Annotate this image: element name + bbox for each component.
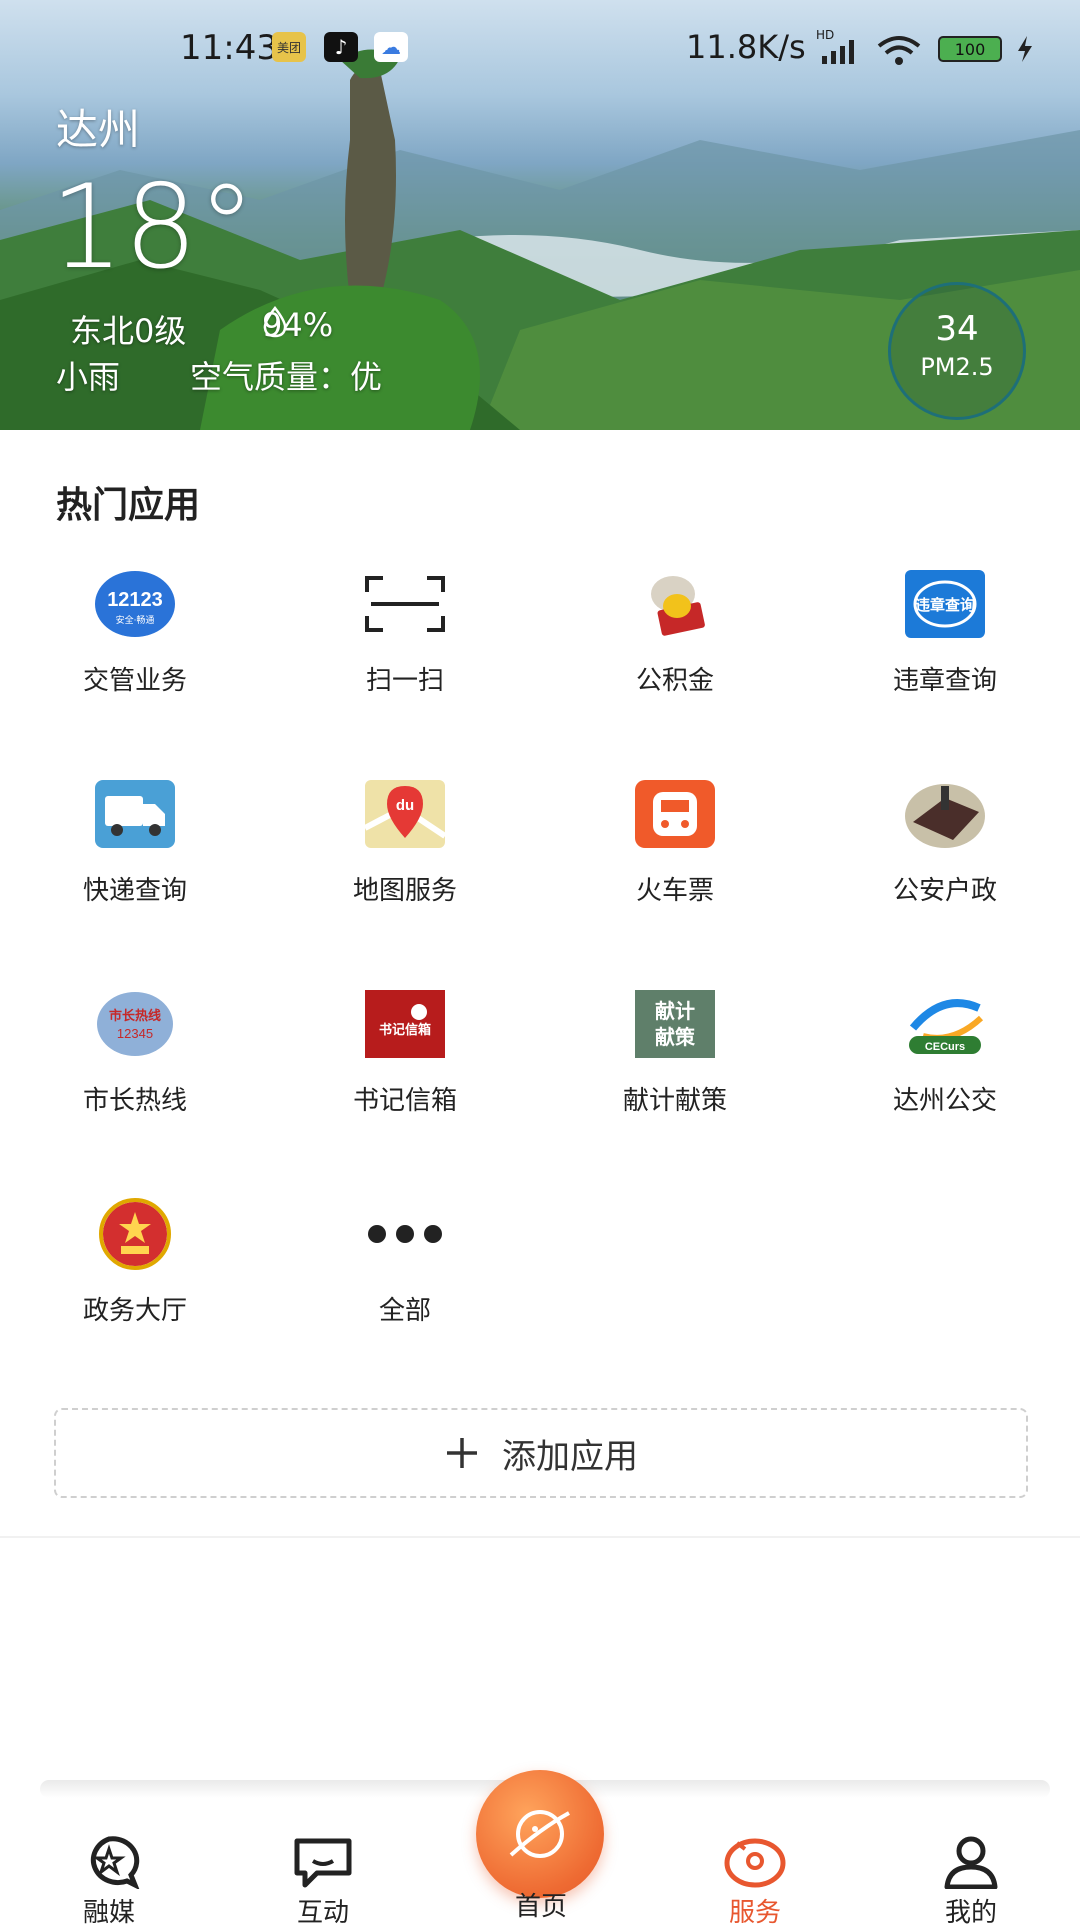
tab-profile[interactable]: 我的 <box>896 1830 1046 1929</box>
app-scan[interactable]: 扫一扫 <box>270 560 540 760</box>
app-secretary-mailbox[interactable]: 书记信箱 书记信箱 <box>270 980 540 1180</box>
scan-icon <box>363 568 447 640</box>
police-registry-icon <box>903 778 987 850</box>
pm25-label: PM2.5 <box>920 353 994 381</box>
cloud-badge-icon: ☁ <box>374 32 408 62</box>
secretary-mailbox-icon: 书记信箱 <box>363 988 447 1060</box>
home-planet-icon <box>509 1810 570 1858</box>
weather-condition: 小雨 <box>56 358 121 396</box>
app-government-hall[interactable]: 政务大厅 <box>0 1190 270 1390</box>
app-dazhou-bus[interactable]: CECurs 达州公交 <box>810 980 1080 1180</box>
charging-icon <box>1018 36 1032 62</box>
app-label: 扫一扫 <box>365 666 444 696</box>
mayor-icon-text: 市长热线 <box>109 1008 161 1024</box>
app-label: 公积金 <box>635 666 714 696</box>
secretary-icon-text: 书记信箱 <box>379 1022 431 1038</box>
app-label: 全部 <box>378 1296 431 1326</box>
add-app-label: 添加应用 <box>502 1436 638 1477</box>
app-express[interactable]: 快递查询 <box>0 770 270 970</box>
weather-banner: 11:43 美团 ♪ ☁ 11.8K/s HD 100 达州 18° 东北0级 … <box>0 0 1080 430</box>
mayor-icon-number: 12345 <box>117 1026 153 1041</box>
battery-icon: 100 <box>938 36 1002 62</box>
suggest-icon-line1: 献计 <box>655 999 695 1023</box>
humidity-info: 94% <box>262 306 333 344</box>
pm25-value: 34 <box>935 309 979 349</box>
bus-icon-text: CECurs <box>925 1041 965 1053</box>
tab-label: 我的 <box>944 1898 997 1928</box>
app-all[interactable]: 全部 <box>270 1190 540 1390</box>
map-icon-text: du <box>396 797 414 814</box>
tab-home[interactable] <box>476 1770 604 1898</box>
mayor-hotline-icon: 市长热线 12345 <box>93 988 177 1060</box>
plus-icon <box>447 1438 477 1468</box>
more-icon <box>363 1198 447 1270</box>
temperature: 18° <box>50 160 256 295</box>
profile-icon <box>896 1830 1046 1892</box>
signal-icon <box>822 40 854 64</box>
tab-service[interactable]: 服务 <box>680 1830 830 1929</box>
city-name: 达州 <box>56 105 141 154</box>
suggest-icon-line2: 献策 <box>655 1025 696 1049</box>
app-suggestions[interactable]: 献计 献策 献计献策 <box>540 980 810 1180</box>
app-label: 违章查询 <box>892 666 997 696</box>
government-hall-icon <box>93 1198 177 1270</box>
app-label: 交管业务 <box>82 666 187 696</box>
express-truck-icon <box>93 778 177 850</box>
service-icon <box>680 1830 830 1892</box>
app-police-registry[interactable]: 公安户政 <box>810 770 1080 970</box>
app-label: 献计献策 <box>622 1086 727 1116</box>
app-map[interactable]: du 地图服务 <box>270 770 540 970</box>
app-mayor-hotline[interactable]: 市长热线 12345 市长热线 <box>0 980 270 1180</box>
violation-icon-text: 违章查询 <box>915 596 975 614</box>
housing-fund-icon <box>633 568 717 640</box>
status-time: 11:43 <box>180 28 278 68</box>
pm25-badge[interactable]: 34 PM2.5 <box>888 282 1026 420</box>
app-housing-fund[interactable]: 公积金 <box>540 560 810 760</box>
app-label: 政务大厅 <box>82 1296 187 1326</box>
section-divider <box>0 1536 1080 1538</box>
app-train-ticket[interactable]: 火车票 <box>540 770 810 970</box>
app-label: 地图服务 <box>352 876 457 906</box>
suggestions-icon: 献计 献策 <box>633 988 717 1060</box>
bottom-tab-bar: 融媒 互动 首页 服务 我的 <box>0 1770 1080 1928</box>
meituan-badge-icon: 美团 <box>272 32 306 62</box>
app-label: 达州公交 <box>892 1086 997 1116</box>
tiktok-badge-icon: ♪ <box>324 32 358 62</box>
app-label: 市长热线 <box>82 1086 187 1116</box>
tab-media[interactable]: 融媒 <box>34 1830 184 1929</box>
hot-apps-title: 热门应用 <box>56 485 201 526</box>
app-label: 快递查询 <box>82 876 187 906</box>
dazhou-bus-icon: CECurs <box>903 988 987 1060</box>
media-star-icon <box>34 1830 184 1892</box>
app-label: 书记信箱 <box>352 1086 457 1116</box>
map-icon: du <box>363 778 447 850</box>
train-ticket-icon <box>633 778 717 850</box>
app-traffic[interactable]: 12123 安全·畅通 交管业务 <box>0 560 270 760</box>
chat-icon <box>248 1830 398 1892</box>
air-quality: 空气质量：优 <box>190 358 383 396</box>
droplet-icon <box>263 306 287 338</box>
status-bar: 11:43 美团 ♪ ☁ 11.8K/s HD 100 <box>0 26 1080 70</box>
traffic-12123-icon: 12123 安全·畅通 <box>93 568 177 640</box>
traffic-icon-text: 12123 <box>107 589 163 611</box>
tab-interact[interactable]: 互动 <box>248 1830 398 1929</box>
violation-query-icon: 违章查询 <box>903 568 987 640</box>
app-violation-query[interactable]: 违章查询 违章查询 <box>810 560 1080 760</box>
app-label: 公安户政 <box>892 876 997 906</box>
wind-info: 东北0级 <box>70 312 187 350</box>
tab-label: 融媒 <box>82 1898 135 1928</box>
app-label: 火车票 <box>635 876 714 906</box>
add-app-button[interactable]: 添加应用 <box>54 1408 1028 1498</box>
network-speed: 11.8K/s <box>686 28 806 66</box>
tab-label: 互动 <box>296 1898 349 1928</box>
traffic-icon-subtext: 安全·畅通 <box>116 614 155 626</box>
battery-level: 100 <box>954 39 986 59</box>
tab-home-label: 首页 <box>514 1892 567 1922</box>
tab-label: 服务 <box>728 1898 781 1928</box>
wifi-icon <box>877 36 921 65</box>
